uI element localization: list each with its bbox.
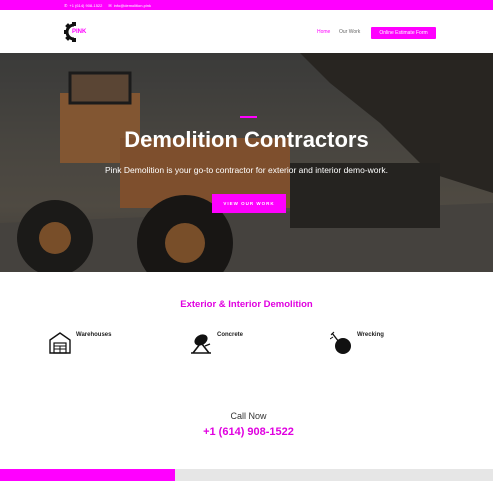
service-warehouses: Warehouses xyxy=(49,331,111,355)
nav-home[interactable]: Home xyxy=(317,29,330,35)
envelope-icon: ✉ xyxy=(108,2,112,8)
top-bar: ✆ +1 (614) 908-1522 ✉ info@demolition.pi… xyxy=(0,0,493,10)
service-wrecking: Wrecking xyxy=(330,331,384,355)
call-now-label: Call Now xyxy=(230,411,267,421)
service-concrete: Concrete xyxy=(190,331,243,355)
hero-section: Demolition Contractors Pink Demolition i… xyxy=(0,53,493,272)
site-logo[interactable]: PINK xyxy=(64,22,88,42)
online-estimate-button[interactable]: Online Estimate Form xyxy=(371,27,436,39)
warehouse-icon xyxy=(49,332,71,354)
topbar-phone[interactable]: ✆ +1 (614) 908-1522 xyxy=(64,3,102,8)
hero-overlay xyxy=(0,53,493,272)
wrecking-ball-icon xyxy=(330,331,351,354)
services-title: Exterior & Interior Demolition xyxy=(180,299,313,310)
hero-subtitle: Pink Demolition is your go-to contractor… xyxy=(105,165,388,175)
topbar-email[interactable]: ✉ info@demolition.pink xyxy=(108,3,151,8)
phone-icon: ✆ xyxy=(64,2,68,8)
service-label: Wrecking xyxy=(357,332,384,338)
concrete-mixer-icon xyxy=(191,334,211,354)
topbar-email-text: info@demolition.pink xyxy=(113,2,151,8)
progress-fill xyxy=(0,469,175,481)
hero-accent-line xyxy=(240,116,257,118)
topbar-phone-text: +1 (614) 908-1522 xyxy=(69,2,103,8)
view-our-work-button[interactable]: VIEW OUR WORK xyxy=(212,194,286,213)
service-label: Concrete xyxy=(217,332,244,338)
site-header: PINK Home Our Work Online Estimate Form xyxy=(0,10,493,53)
call-phone-link[interactable]: +1 (614) 908-1522 xyxy=(0,426,493,438)
scroll-progress-bar xyxy=(0,469,493,481)
logo-text: PINK xyxy=(72,29,87,35)
hero-title: Demolition Contractors xyxy=(124,127,369,152)
service-label: Warehouses xyxy=(76,332,112,338)
nav-our-work[interactable]: Our Work xyxy=(339,29,360,35)
